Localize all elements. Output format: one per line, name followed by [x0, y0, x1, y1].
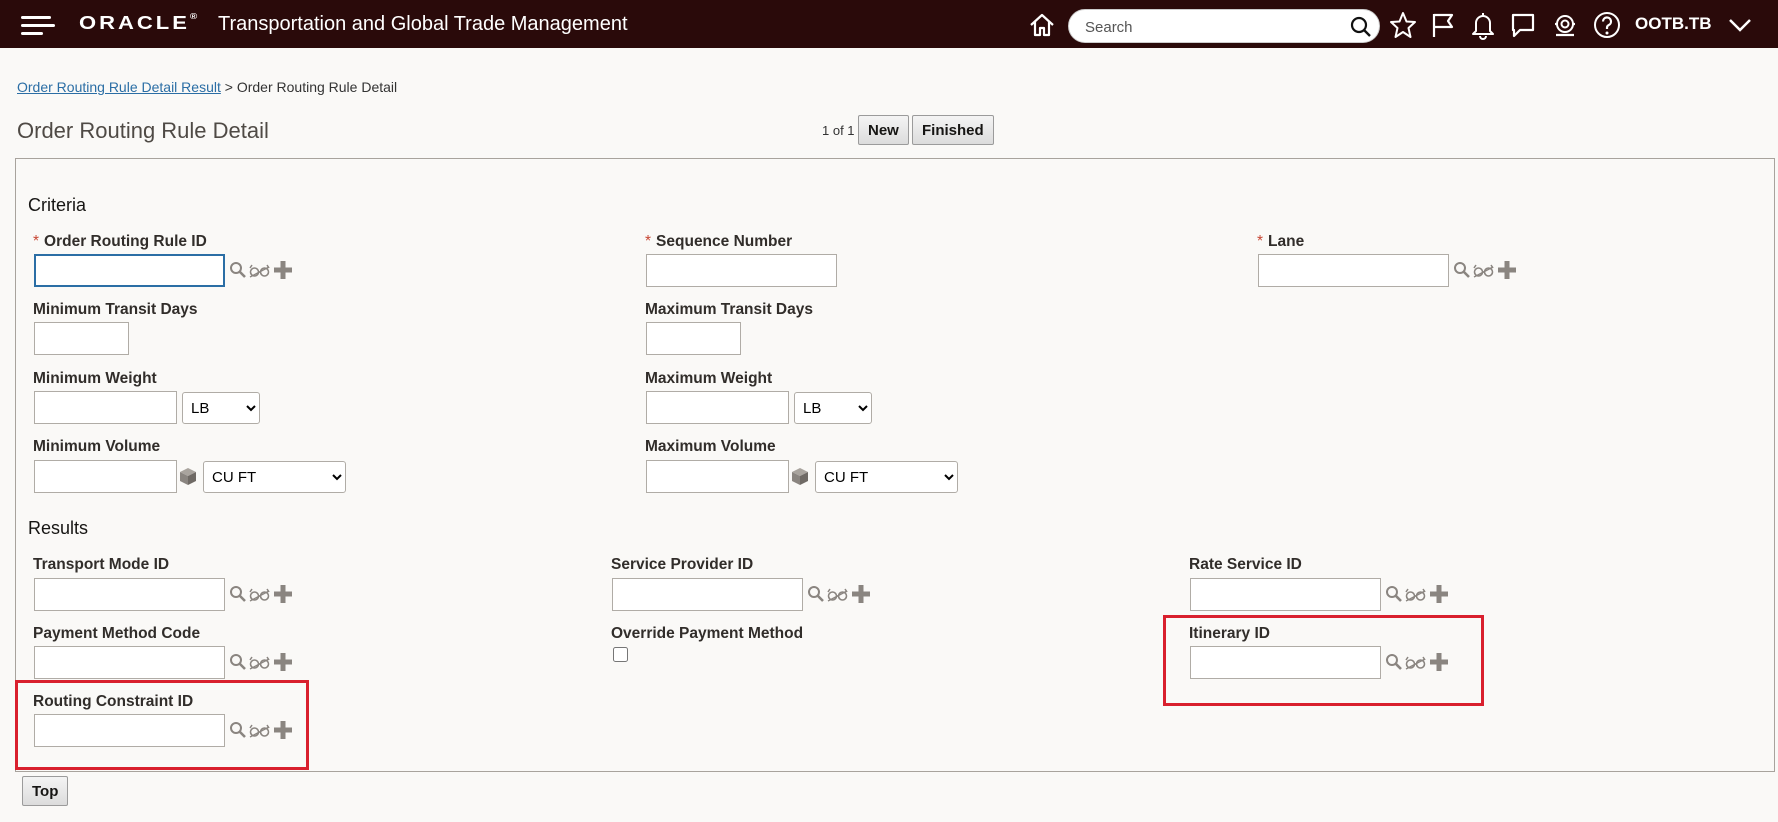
rate-service-id-label: Rate Service ID	[1189, 556, 1302, 573]
max-weight-input[interactable]	[646, 391, 789, 424]
view-icon[interactable]	[827, 585, 848, 603]
add-icon[interactable]	[1429, 584, 1449, 604]
min-volume-input[interactable]	[34, 460, 177, 493]
required-indicator: *	[1257, 233, 1264, 250]
override-payment-method-checkbox[interactable]	[613, 647, 628, 662]
view-icon[interactable]	[249, 585, 270, 603]
rate-service-id-input[interactable]	[1190, 578, 1381, 611]
search-icon[interactable]	[1349, 15, 1373, 39]
min-transit-days-label: Minimum Transit Days	[33, 301, 198, 318]
add-icon[interactable]	[273, 260, 293, 280]
add-icon[interactable]	[1497, 260, 1517, 280]
required-indicator: *	[33, 233, 40, 250]
view-icon[interactable]	[1405, 653, 1426, 671]
max-transit-days-label: Maximum Transit Days	[645, 301, 813, 318]
order-routing-rule-id-label: * Order Routing Rule ID	[33, 233, 207, 250]
lane-label: * Lane	[1257, 233, 1305, 250]
max-volume-input[interactable]	[646, 460, 789, 493]
top-button[interactable]: Top	[22, 776, 69, 806]
order-routing-rule-id-input[interactable]	[34, 254, 225, 287]
page-title: Order Routing Rule Detail	[17, 118, 269, 143]
top-bar: ORACLE® Transportation and Global Trade …	[0, 0, 1778, 48]
finished-button[interactable]: Finished	[912, 115, 994, 145]
payment-method-code-input[interactable]	[34, 646, 225, 679]
view-icon[interactable]	[1473, 261, 1494, 279]
add-icon[interactable]	[851, 584, 871, 604]
view-icon[interactable]	[249, 721, 270, 739]
record-pager: 1 of 1	[822, 123, 855, 138]
search-input[interactable]	[1083, 16, 1333, 38]
min-weight-uom-select[interactable]: LB	[182, 392, 260, 424]
breadcrumb: Order Routing Rule Detail Result > Order…	[17, 79, 397, 95]
add-icon[interactable]	[273, 720, 293, 740]
view-icon[interactable]	[1405, 585, 1426, 603]
transport-mode-id-input[interactable]	[34, 578, 225, 611]
lookup-icon[interactable]	[807, 585, 825, 603]
view-icon[interactable]	[249, 261, 270, 279]
user-menu[interactable]: OOTB.TB	[1635, 14, 1712, 34]
max-volume-label: Maximum Volume	[645, 438, 776, 455]
lookup-icon[interactable]	[229, 721, 247, 739]
new-button[interactable]: New	[858, 115, 909, 145]
lookup-icon[interactable]	[229, 653, 247, 671]
app-title: Transportation and Global Trade Manageme…	[218, 13, 628, 35]
transport-mode-id-label: Transport Mode ID	[33, 556, 170, 573]
lookup-icon[interactable]	[229, 261, 247, 279]
flag-icon[interactable]	[1428, 10, 1458, 40]
lookup-icon[interactable]	[229, 585, 247, 603]
service-provider-id-label: Service Provider ID	[611, 556, 754, 573]
itinerary-id-label: Itinerary ID	[1189, 625, 1270, 642]
payment-method-code-label: Payment Method Code	[33, 625, 201, 642]
min-weight-input[interactable]	[34, 391, 177, 424]
routing-constraint-id-input[interactable]	[34, 714, 225, 747]
max-weight-label: Maximum Weight	[645, 370, 773, 387]
view-icon[interactable]	[249, 653, 270, 671]
min-volume-uom-select[interactable]: CU FT	[203, 461, 346, 493]
volume-cube-icon[interactable]	[178, 466, 198, 486]
chat-icon[interactable]	[1508, 10, 1538, 40]
add-icon[interactable]	[273, 584, 293, 604]
service-provider-id-input[interactable]	[612, 578, 803, 611]
criteria-heading: Criteria	[28, 195, 87, 215]
routing-constraint-id-label: Routing Constraint ID	[33, 693, 194, 710]
itinerary-id-input[interactable]	[1190, 646, 1381, 679]
min-volume-label: Minimum Volume	[33, 438, 161, 455]
hamburger-icon[interactable]	[21, 14, 55, 36]
min-weight-label: Minimum Weight	[33, 370, 157, 387]
lookup-icon[interactable]	[1453, 261, 1471, 279]
add-icon[interactable]	[1429, 652, 1449, 672]
sequence-number-input[interactable]	[646, 254, 837, 287]
max-transit-days-input[interactable]	[646, 322, 741, 355]
lookup-icon[interactable]	[1385, 653, 1403, 671]
breadcrumb-current: Order Routing Rule Detail	[236, 79, 398, 95]
max-weight-uom-select[interactable]: LB	[794, 392, 872, 424]
required-indicator: *	[645, 233, 652, 250]
min-transit-days-input[interactable]	[34, 322, 129, 355]
global-search	[1068, 9, 1380, 43]
help-icon[interactable]	[1592, 10, 1622, 40]
add-icon[interactable]	[273, 652, 293, 672]
support-icon[interactable]	[1550, 10, 1580, 40]
lane-input[interactable]	[1258, 254, 1449, 287]
chevron-down-icon[interactable]	[1725, 10, 1755, 40]
volume-cube-icon[interactable]	[790, 466, 810, 486]
breadcrumb-separator: >	[224, 79, 233, 95]
bell-icon[interactable]	[1468, 10, 1498, 40]
lookup-icon[interactable]	[1385, 585, 1403, 603]
results-heading: Results	[28, 518, 89, 538]
breadcrumb-link-result[interactable]: Order Routing Rule Detail Result	[17, 79, 221, 95]
override-payment-method-label: Override Payment Method	[611, 625, 804, 642]
home-icon[interactable]	[1027, 10, 1057, 40]
star-icon[interactable]	[1388, 10, 1418, 40]
max-volume-uom-select[interactable]: CU FT	[815, 461, 958, 493]
sequence-number-label: * Sequence Number	[645, 233, 793, 250]
oracle-logo: ORACLE®	[79, 12, 198, 34]
